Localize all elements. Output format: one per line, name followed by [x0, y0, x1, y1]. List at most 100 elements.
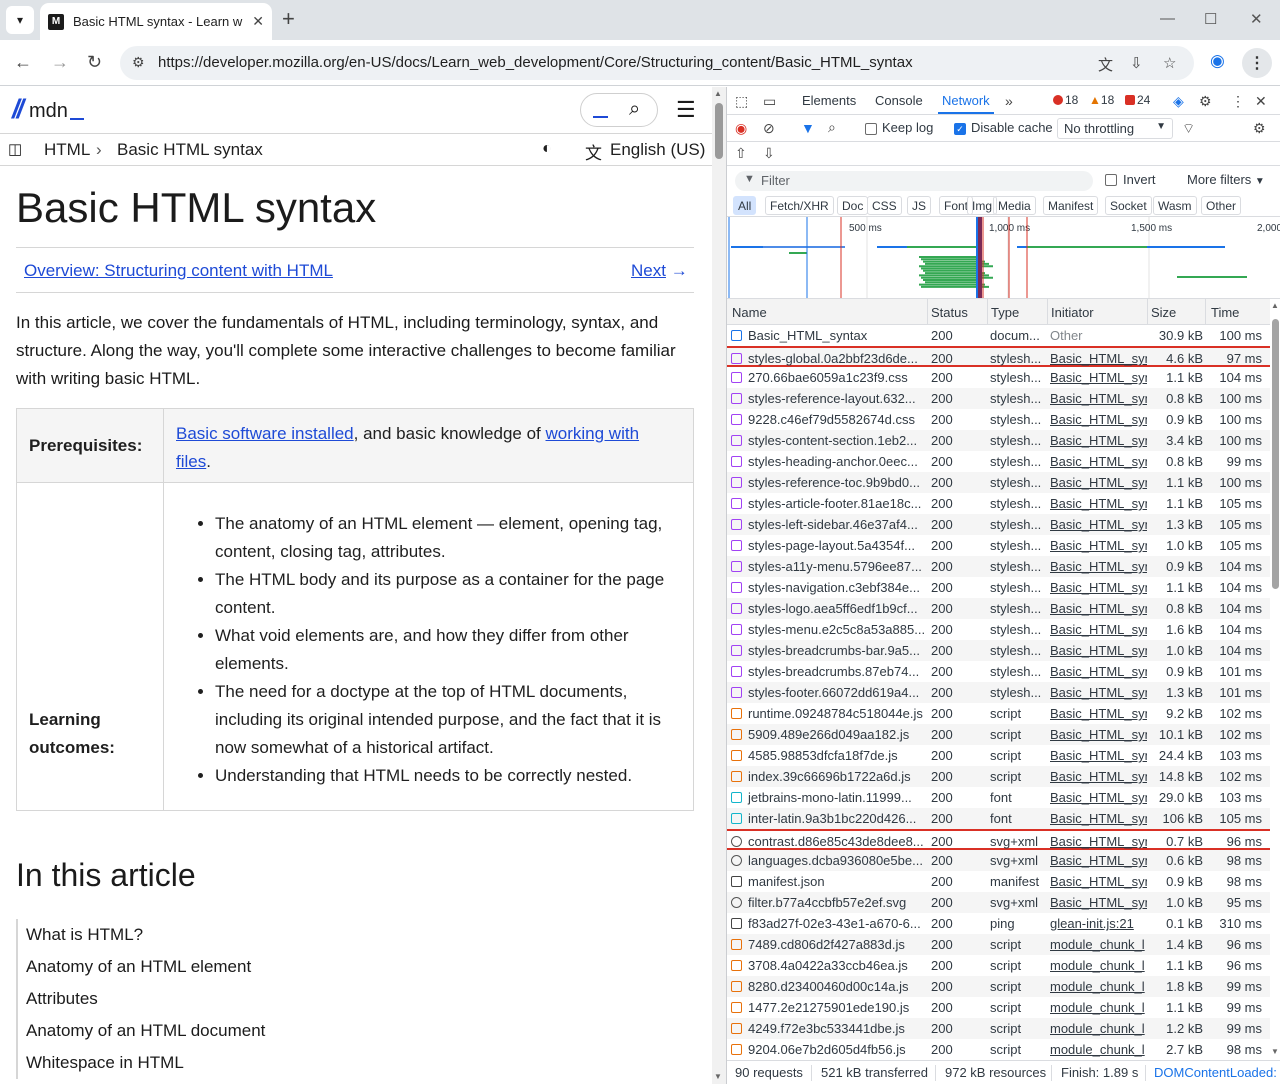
- request-initiator[interactable]: Basic_HTML_synt: [1050, 496, 1147, 511]
- filter-chip-doc[interactable]: Doc: [837, 196, 869, 215]
- table-row[interactable]: styles-global.0a2bbf23d6de... 200 stylesh.…: [727, 346, 1270, 367]
- device-toolbar-icon[interactable]: ▭: [763, 93, 776, 110]
- request-initiator[interactable]: Basic_HTML_synt: [1050, 622, 1147, 637]
- request-initiator[interactable]: module_chunk_l: [1050, 1021, 1147, 1036]
- request-initiator[interactable]: Basic_HTML_synt: [1050, 874, 1147, 889]
- profile-icon[interactable]: ◉: [1210, 51, 1225, 71]
- table-row[interactable]: styles-left-sidebar.46e37af4... 200 styles…: [727, 514, 1270, 535]
- column-header-initiator[interactable]: Initiator: [1051, 305, 1094, 320]
- network-conditions-icon[interactable]: ⌔: [1182, 120, 1195, 138]
- breadcrumb-item[interactable]: Basic HTML syntax: [117, 140, 263, 160]
- network-settings-icon[interactable]: ⚙: [1253, 120, 1266, 137]
- gear-icon[interactable]: ⚙: [1199, 93, 1212, 110]
- table-row[interactable]: Basic_HTML_syntax 200 docum... Other 30.9 kB…: [727, 325, 1270, 346]
- column-header-type[interactable]: Type: [991, 305, 1019, 320]
- reload-icon[interactable]: ↻: [87, 52, 102, 73]
- table-row[interactable]: styles-breadcrumbs.87eb74... 200 stylesh..…: [727, 661, 1270, 682]
- scrollbar-thumb[interactable]: [715, 103, 723, 159]
- minimize-icon[interactable]: —: [1160, 10, 1175, 27]
- table-row[interactable]: inter-latin.9a3b1bc220d426... 200 font Basi…: [727, 808, 1270, 829]
- request-initiator[interactable]: Basic_HTML_synt: [1050, 517, 1147, 532]
- scrollbar-thumb[interactable]: [1272, 319, 1279, 589]
- table-row[interactable]: jetbrains-mono-latin.11999... 200 font Basi…: [727, 787, 1270, 808]
- browser-menu-button[interactable]: ⋮: [1242, 48, 1272, 78]
- filter-input[interactable]: ▼ Filter: [735, 171, 1093, 191]
- tab-elements[interactable]: Elements: [802, 93, 856, 108]
- filter-chip-css[interactable]: CSS: [867, 196, 902, 215]
- back-icon[interactable]: ←: [14, 52, 32, 73]
- toc-link[interactable]: Attributes: [18, 983, 316, 1015]
- request-table-scrollbar[interactable]: ▲ ▼: [1270, 299, 1280, 1059]
- error-count[interactable]: 18: [1053, 93, 1078, 107]
- translate-icon[interactable]: 文: [1098, 54, 1113, 75]
- ai-assistance-icon[interactable]: ◈: [1173, 93, 1184, 110]
- table-row[interactable]: styles-article-footer.81ae18c... 200 style…: [727, 493, 1270, 514]
- table-row[interactable]: contrast.d86e85c43de8dee8... 200 svg+xml Ba…: [727, 829, 1270, 850]
- mdn-logo[interactable]: //mdn: [12, 96, 84, 123]
- close-tab-icon[interactable]: ✕: [252, 13, 264, 30]
- page-scrollbar[interactable]: ▲ ▼: [712, 87, 726, 1084]
- table-row[interactable]: 3708.4a0422a33ccb46ea.js 200 script module_…: [727, 955, 1270, 976]
- table-row[interactable]: 4585.98853dfcfa18f7de.js 200 script Basic_H…: [727, 745, 1270, 766]
- request-initiator[interactable]: Basic_HTML_synt: [1050, 454, 1147, 469]
- site-info-icon[interactable]: ⚙: [132, 54, 145, 71]
- table-row[interactable]: 1477.2e21275901ede190.js 200 script module_…: [727, 997, 1270, 1018]
- filter-chip-fetch-xhr[interactable]: Fetch/XHR: [765, 196, 834, 215]
- close-icon[interactable]: ✕: [1255, 93, 1267, 110]
- request-initiator[interactable]: Basic_HTML_synt: [1050, 685, 1147, 700]
- throttling-select[interactable]: No throttling ▼: [1057, 118, 1173, 139]
- scroll-down-icon[interactable]: ▼: [714, 1072, 722, 1081]
- request-initiator[interactable]: Basic_HTML_synt: [1050, 433, 1147, 448]
- request-initiator[interactable]: Basic_HTML_synt: [1050, 895, 1147, 910]
- url-text[interactable]: https://developer.mozilla.org/en-US/docs…: [158, 54, 913, 71]
- request-initiator[interactable]: Basic_HTML_synt: [1050, 727, 1147, 742]
- filter-chip-wasm[interactable]: Wasm: [1153, 196, 1197, 215]
- basic-software-link[interactable]: Basic software installed: [176, 424, 354, 443]
- scroll-up-icon[interactable]: ▲: [1271, 301, 1279, 310]
- clear-icon[interactable]: ⊘: [763, 120, 775, 137]
- install-app-icon[interactable]: ⇩: [1130, 54, 1143, 72]
- tab-console[interactable]: Console: [875, 93, 923, 108]
- bookmark-star-icon[interactable]: ☆: [1163, 54, 1176, 72]
- request-initiator[interactable]: Basic_HTML_synt: [1050, 538, 1147, 553]
- table-row[interactable]: styles-heading-anchor.0eec... 200 stylesh.…: [727, 451, 1270, 472]
- theme-toggle-icon[interactable]: ◐: [542, 140, 552, 158]
- forward-icon[interactable]: →: [51, 52, 69, 73]
- request-initiator[interactable]: Basic_HTML_synt: [1050, 391, 1147, 406]
- table-row[interactable]: index.39c66696b1722a6d.js 200 script Basic_…: [727, 766, 1270, 787]
- new-tab-button[interactable]: +: [282, 8, 295, 30]
- request-initiator[interactable]: module_chunk_l: [1050, 1042, 1147, 1057]
- request-initiator[interactable]: module_chunk_l: [1050, 1000, 1147, 1015]
- tab-network[interactable]: Network: [938, 93, 994, 114]
- table-row[interactable]: styles-breadcrumbs-bar.9a5... 200 stylesh.…: [727, 640, 1270, 661]
- more-vertical-icon[interactable]: ⋮: [1231, 93, 1245, 110]
- scroll-down-icon[interactable]: ▼: [1271, 1047, 1279, 1056]
- inspect-element-icon[interactable]: ⬚: [735, 93, 748, 110]
- column-header-time[interactable]: Time: [1211, 305, 1239, 320]
- table-row[interactable]: filter.b77a4ccbfb57e2ef.svg 200 svg+xml Bas…: [727, 892, 1270, 913]
- next-link[interactable]: Next →: [631, 261, 688, 281]
- column-header-status[interactable]: Status: [931, 305, 968, 320]
- table-row[interactable]: styles-reference-layout.632... 200 stylesh…: [727, 388, 1270, 409]
- table-row[interactable]: 9204.06e7b2d605d4fb56.js 200 script module_…: [727, 1039, 1270, 1060]
- scroll-up-icon[interactable]: ▲: [714, 89, 722, 98]
- request-initiator[interactable]: glean-init.js:21: [1050, 916, 1147, 931]
- table-row[interactable]: runtime.09248784c518044e.js 200 script Basi…: [727, 703, 1270, 724]
- table-row[interactable]: styles-a11y-menu.5796ee87... 200 stylesh..…: [727, 556, 1270, 577]
- request-initiator[interactable]: Basic_HTML_synt: [1050, 834, 1147, 849]
- request-initiator[interactable]: Basic_HTML_synt: [1050, 748, 1147, 763]
- request-initiator[interactable]: Basic_HTML_synt: [1050, 559, 1147, 574]
- table-row[interactable]: 7489.cd806d2f427a883d.js 200 script module_…: [727, 934, 1270, 955]
- sidebar-toggle-icon[interactable]: ◫: [8, 140, 22, 158]
- close-window-icon[interactable]: ✕: [1250, 10, 1263, 28]
- table-row[interactable]: styles-menu.e2c5c8a53a885... 200 stylesh..…: [727, 619, 1270, 640]
- table-row[interactable]: 5909.489e266d049aa182.js 200 script Basic_H…: [727, 724, 1270, 745]
- omnibox[interactable]: ⚙ https://developer.mozilla.org/en-US/do…: [120, 46, 1194, 80]
- invert-checkbox[interactable]: [1105, 174, 1117, 186]
- table-row[interactable]: f83ad27f-02e3-43e1-a670-6... 200 ping glean…: [727, 913, 1270, 934]
- hamburger-menu-icon[interactable]: ☰: [676, 97, 696, 123]
- more-filters-button[interactable]: More filters ▼: [1187, 172, 1265, 187]
- table-row[interactable]: styles-reference-toc.9b9bd0... 200 stylesh…: [727, 472, 1270, 493]
- request-initiator[interactable]: module_chunk_l: [1050, 937, 1147, 952]
- request-initiator[interactable]: Basic_HTML_synt: [1050, 769, 1147, 784]
